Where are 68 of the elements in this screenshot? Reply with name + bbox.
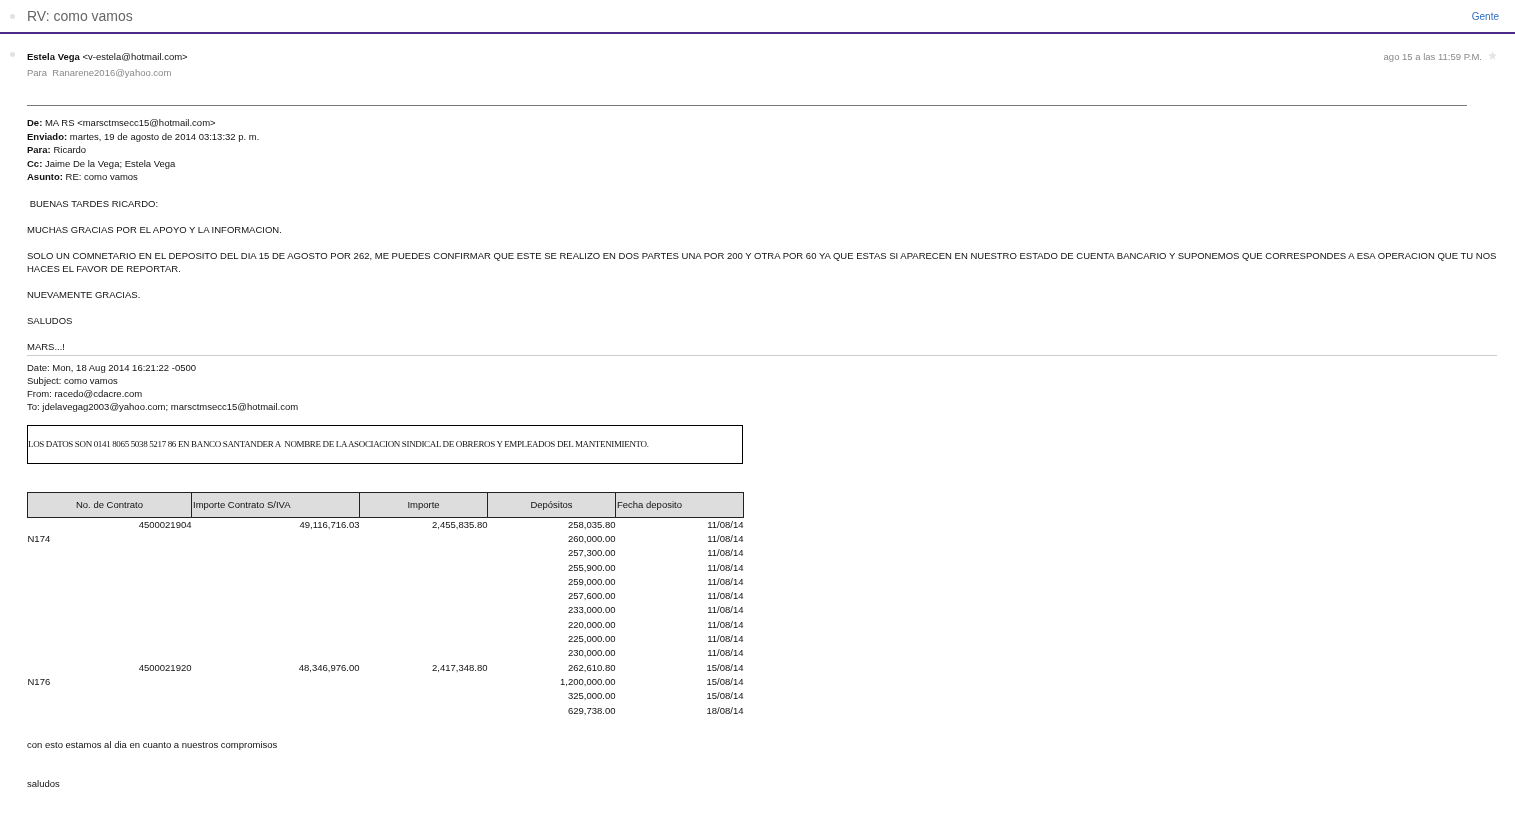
table-cell: 2,417,348.80 [432,661,488,673]
header-line: Subject: como vamos [27,373,119,387]
table-cell: 11/08/14 [707,633,744,644]
table-cell: 11/08/14 [707,604,744,616]
message-date: ago 15 a las 11:59 P.M. [1383,50,1482,64]
column-header: No. de Contrato [27,492,192,517]
table-cell: 325,000.00 [567,690,616,702]
table-cell: 262,610.80 [567,661,616,673]
body-paragraph: MUCHAS GRACIAS POR EL APOYO Y LA INFORMACION. [27,222,283,236]
table-cell: 2,455,835.80 [432,518,488,530]
table-cell: 259,000.00 [567,575,616,587]
table-cell: 48,346,976.00 [298,661,360,673]
table-cell: 18/08/14 [706,704,744,716]
column-header: Fecha deposito [615,492,744,517]
table-cell: 220,000.00 [567,618,616,630]
table-cell: 15/08/14 [706,690,744,702]
body-paragraph: BUENAS TARDES RICARDO: [28,196,160,210]
table-cell: 260,000.00 [567,532,616,544]
header-line: Para: Ricardo [27,143,88,157]
table-cell: 11/08/14 [707,547,744,559]
table-cell: 11/08/14 [707,518,744,530]
table-cell: 225,000.00 [567,633,616,644]
header-line: Enviado: martes, 19 de agosto de 2014 03:13:32 p. m. [27,129,261,143]
header-line: Cc: Jaime De la Vega; Estela Vega [27,156,177,170]
table-cell: 255,900.00 [567,561,616,573]
table-cell: N174 [27,532,51,544]
column-header: Depósitos [487,492,616,517]
header-line: Asunto: RE: como vamos [27,170,139,184]
dot-icon [10,52,15,57]
table-cell: 11/08/14 [707,532,744,544]
table-cell: 11/08/14 [707,647,744,659]
header-line: From: racedo@cdacre.com [27,386,144,400]
table-cell: 258,035.80 [567,518,616,530]
body-paragraph: SOLO UN COMNETARIO EN EL DEPOSITO DEL DIA 15 DE AGOSTO POR 262, ME PUEDES CONFIRMAR QUE ESTE SE REALIZO EN DOS PARTES UNA POR 200 Y OTRA POR 60 YA QUE ESTAS SI APARECEN EN NUESTRO ESTADO DE CUENTA BANCARIO Y SUPONEMOS QUE CORRESPONDES A ESA OPERACION QUE TU NOS HACES EL FAVOR DE REPORTAR. [27,248,1497,275]
dot-icon [10,13,15,19]
header-line: De: MA RS <marsctmsecc15@hotmail.com> [27,116,217,130]
body-paragraph: NUEVAMENTE GRACIAS. [27,287,142,301]
table-cell: 15/08/14 [706,675,744,687]
people-link[interactable]: Gente [1471,10,1499,22]
table-cell: 11/08/14 [707,618,744,630]
body-paragraph: SALUDOS [27,313,74,327]
body-paragraph: saludos [27,776,61,790]
body-paragraph: con esto estamos al dia en cuanto a nuestros compromisos [27,737,279,751]
star-icon[interactable] [1488,51,1497,60]
conversation-title: RV: como vamos [27,8,134,24]
column-header: Importe Contrato S/IVA [191,492,360,517]
table-cell: 4500021920 [138,661,192,673]
table-cell: 629,738.00 [567,704,616,716]
table-cell: 49,116,716.03 [299,518,360,530]
table-cell: 11/08/14 [707,590,744,602]
header-line: To: jdelavegag2003@yahoo.com; marsctmsecc15@hotmail.com [27,399,300,413]
column-header: Importe [359,492,488,517]
table-cell: 1,200,000.00 [560,675,616,687]
table-cell: 257,300.00 [567,547,616,559]
table-cell: 11/08/14 [707,561,744,573]
table-cell: 4500021904 [138,518,192,530]
table-cell: N176 [27,675,51,687]
table-cell: 230,000.00 [567,647,616,659]
body-paragraph: MARS...! [27,339,66,353]
table-cell: 233,000.00 [567,604,616,616]
sender-name: Estela Vega [27,51,80,62]
table-cell: 11/08/14 [707,575,744,587]
table-cell: 15/08/14 [706,661,744,673]
recipient-line: Para Ranarene2016@yahoo.com [27,67,172,78]
sender-email: <v-estela@hotmail.com> [82,51,188,62]
table-cell: 257,600.00 [567,590,616,602]
header-line: Date: Mon, 18 Aug 2014 16:21:22 -0500 [27,360,198,374]
account-note: LOS DATOS SON 0141 8065 5038 5217 86 EN BANCO SANTANDER A NOMBRE DE LA ASOCIACION SINDICAL DE OBREROS Y EMPLEADOS DEL MANTENIMIENTO. [28,439,649,449]
